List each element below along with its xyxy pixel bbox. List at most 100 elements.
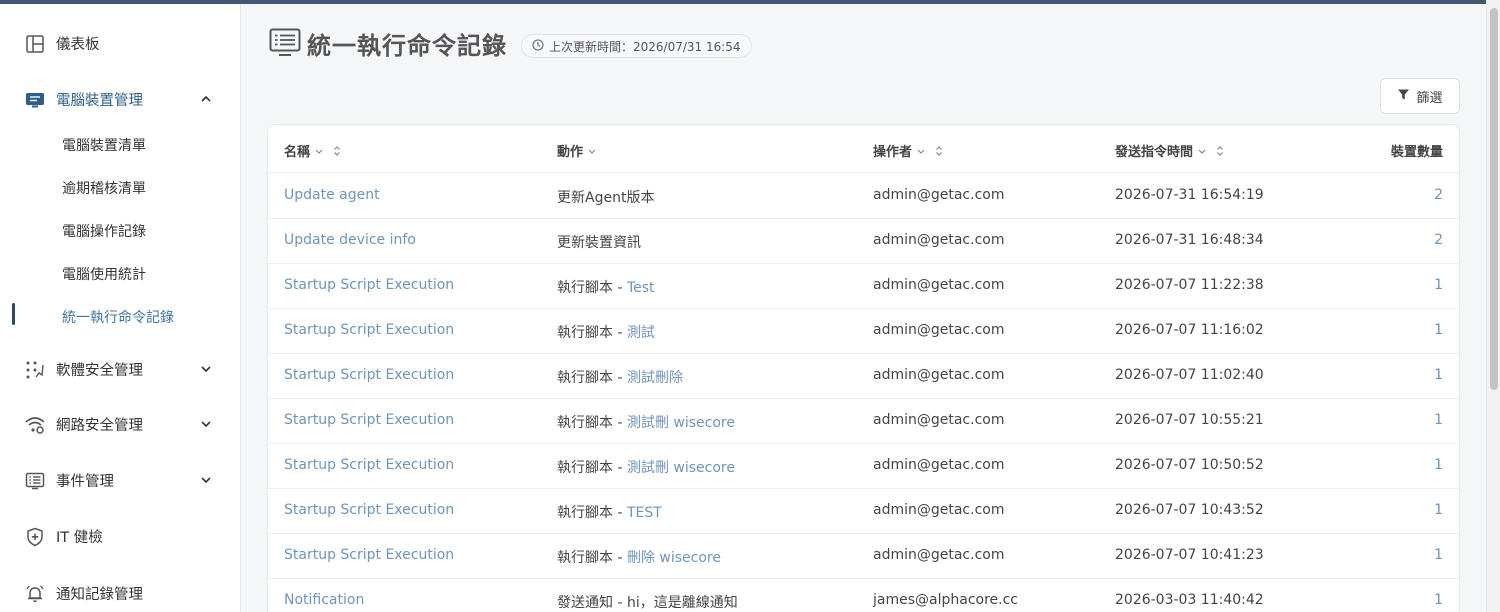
- sidebar-item-label: 儀表板: [56, 36, 100, 53]
- layout-icon: [24, 33, 46, 55]
- row-name[interactable]: Notification: [284, 592, 364, 608]
- page-header: 統一執行命令記錄 上次更新時間：2026/07/31 16:54: [241, 4, 1486, 74]
- row-device-count[interactable]: 1: [1434, 592, 1443, 608]
- filter-label: 篩選: [1416, 89, 1443, 105]
- row-action: 更新Agent版本: [557, 190, 655, 206]
- row-action: 執行腳本 - 刪除 wisecore: [557, 550, 721, 566]
- active-indicator: [12, 303, 15, 325]
- column-label: 發送指令時間: [1115, 145, 1194, 160]
- sidebar-subitem-label: 電腦操作記錄: [62, 224, 146, 240]
- row-time: 2026-07-07 11:22:38: [1115, 277, 1264, 293]
- sidebar-subitem-label: 統一執行命令記錄: [62, 310, 174, 326]
- table-row[interactable]: Startup Script Execution 執行腳本 - 測試刪除 adm…: [268, 354, 1459, 399]
- table-row[interactable]: Startup Script Execution 執行腳本 - 刪除 wisec…: [268, 534, 1459, 579]
- clock-icon: [532, 38, 544, 54]
- sort-icon[interactable]: [332, 145, 342, 157]
- column-header-sent-time[interactable]: 發送指令時間: [1115, 141, 1225, 160]
- row-operator: admin@getac.com: [873, 187, 1005, 203]
- row-name[interactable]: Startup Script Execution: [284, 547, 454, 563]
- row-action: 執行腳本 - 測試刪除: [557, 370, 683, 386]
- row-name[interactable]: Startup Script Execution: [284, 277, 454, 293]
- row-device-count[interactable]: 1: [1434, 277, 1443, 293]
- row-name[interactable]: Startup Script Execution: [284, 502, 454, 518]
- sidebar-subitem-overdue-audit[interactable]: 逾期稽核清單: [0, 170, 240, 204]
- bell-icon: [24, 583, 46, 605]
- sidebar-item-label: 事件管理: [56, 473, 114, 490]
- sidebar-subitem-usage-stats[interactable]: 電腦使用統計: [0, 256, 240, 290]
- row-action: 發送通知 - hi，這是離線通知: [557, 595, 738, 611]
- filter-icon: [1397, 88, 1410, 104]
- column-label: 動作: [557, 145, 584, 160]
- row-name[interactable]: Startup Script Execution: [284, 322, 454, 338]
- sidebar-item-network-security[interactable]: 網路安全管理: [0, 404, 240, 444]
- sidebar-item-it-health-check[interactable]: IT 健檢: [0, 516, 240, 556]
- sidebar-item-label: 通知記錄管理: [56, 586, 143, 603]
- row-time: 2026-07-07 10:41:23: [1115, 547, 1264, 563]
- sidebar-item-computer-management[interactable]: 電腦裝置管理: [0, 79, 240, 119]
- column-header-operator[interactable]: 操作者: [873, 141, 944, 160]
- table-row[interactable]: Startup Script Execution 執行腳本 - 測試 admin…: [268, 309, 1459, 354]
- table-row[interactable]: Startup Script Execution 執行腳本 - Test adm…: [268, 264, 1459, 309]
- shield-plus-icon: [24, 526, 46, 548]
- row-action: 執行腳本 - TEST: [557, 505, 662, 521]
- row-name[interactable]: Startup Script Execution: [284, 412, 454, 428]
- row-device-count[interactable]: 2: [1434, 187, 1443, 203]
- table-row[interactable]: Update agent 更新Agent版本 admin@getac.com 2…: [268, 174, 1459, 219]
- table-row[interactable]: Startup Script Execution 執行腳本 - TEST adm…: [268, 489, 1459, 534]
- row-device-count[interactable]: 1: [1434, 502, 1443, 518]
- table-row[interactable]: Notification 發送通知 - hi，這是離線通知 james@alph…: [268, 579, 1459, 612]
- chevron-down-icon[interactable]: [1197, 145, 1207, 157]
- sidebar-item-software-security[interactable]: 軟體安全管理: [0, 349, 240, 389]
- row-time: 2026-07-07 11:16:02: [1115, 322, 1264, 338]
- row-operator: admin@getac.com: [873, 232, 1005, 248]
- computer-icon: [24, 89, 46, 111]
- row-device-count[interactable]: 1: [1434, 547, 1443, 563]
- row-name[interactable]: Startup Script Execution: [284, 457, 454, 473]
- row-time: 2026-07-07 11:02:40: [1115, 367, 1264, 383]
- row-name[interactable]: Startup Script Execution: [284, 367, 454, 383]
- row-name[interactable]: Update agent: [284, 187, 380, 203]
- sidebar-subitem-command-log[interactable]: 統一執行命令記錄: [0, 299, 240, 333]
- filter-button[interactable]: 篩選: [1380, 78, 1460, 114]
- row-time: 2026-07-31 16:54:19: [1115, 187, 1264, 203]
- sidebar-subitem-operation-log[interactable]: 電腦操作記錄: [0, 213, 240, 247]
- row-device-count[interactable]: 1: [1434, 367, 1443, 383]
- row-device-count[interactable]: 2: [1434, 232, 1443, 248]
- row-device-count[interactable]: 1: [1434, 457, 1443, 473]
- row-device-count[interactable]: 1: [1434, 412, 1443, 428]
- row-action: 更新裝置資訊: [557, 235, 641, 251]
- sidebar: 儀表板 電腦裝置管理 電腦裝置清單 逾期稽核清單 電腦操作記錄 電腦使用統計 統…: [0, 4, 241, 612]
- page-scrollbar[interactable]: [1486, 0, 1500, 612]
- table-row[interactable]: Update device info 更新裝置資訊 admin@getac.co…: [268, 219, 1459, 264]
- chevron-down-icon[interactable]: [314, 145, 324, 157]
- sidebar-subitem-label: 電腦使用統計: [62, 267, 146, 283]
- table-row[interactable]: Startup Script Execution 執行腳本 - 測試刪 wise…: [268, 444, 1459, 489]
- sidebar-subitem-label: 逾期稽核清單: [62, 181, 146, 197]
- list-icon: [24, 470, 46, 492]
- last-updated-badge: 上次更新時間：2026/07/31 16:54: [521, 34, 752, 58]
- sidebar-item-dashboard[interactable]: 儀表板: [0, 23, 240, 63]
- sidebar-item-label: IT 健檢: [56, 529, 103, 546]
- sidebar-item-notification-log[interactable]: 通知記錄管理: [0, 573, 240, 612]
- chevron-down-icon: [198, 472, 214, 488]
- sidebar-subitem-device-list[interactable]: 電腦裝置清單: [0, 127, 240, 161]
- row-action: 執行腳本 - 測試: [557, 325, 655, 341]
- sort-icon[interactable]: [934, 145, 944, 157]
- table-row[interactable]: Startup Script Execution 執行腳本 - 測試刪 wise…: [268, 399, 1459, 444]
- column-label: 裝置數量: [1390, 145, 1443, 160]
- row-operator: admin@getac.com: [873, 502, 1005, 518]
- chevron-down-icon[interactable]: [587, 145, 597, 157]
- row-name[interactable]: Update device info: [284, 232, 416, 248]
- sort-icon[interactable]: [1215, 145, 1225, 157]
- sidebar-item-label: 軟體安全管理: [56, 362, 143, 379]
- row-device-count[interactable]: 1: [1434, 322, 1443, 338]
- scrollbar-thumb[interactable]: [1490, 8, 1498, 390]
- row-operator: admin@getac.com: [873, 322, 1005, 338]
- column-header-name[interactable]: 名稱: [284, 141, 342, 160]
- column-header-action[interactable]: 動作: [557, 141, 597, 160]
- chevron-up-icon: [198, 91, 214, 107]
- row-operator: admin@getac.com: [873, 367, 1005, 383]
- column-header-device-count[interactable]: 裝置數量: [1391, 141, 1443, 160]
- chevron-down-icon[interactable]: [916, 145, 926, 157]
- sidebar-item-event-management[interactable]: 事件管理: [0, 460, 240, 500]
